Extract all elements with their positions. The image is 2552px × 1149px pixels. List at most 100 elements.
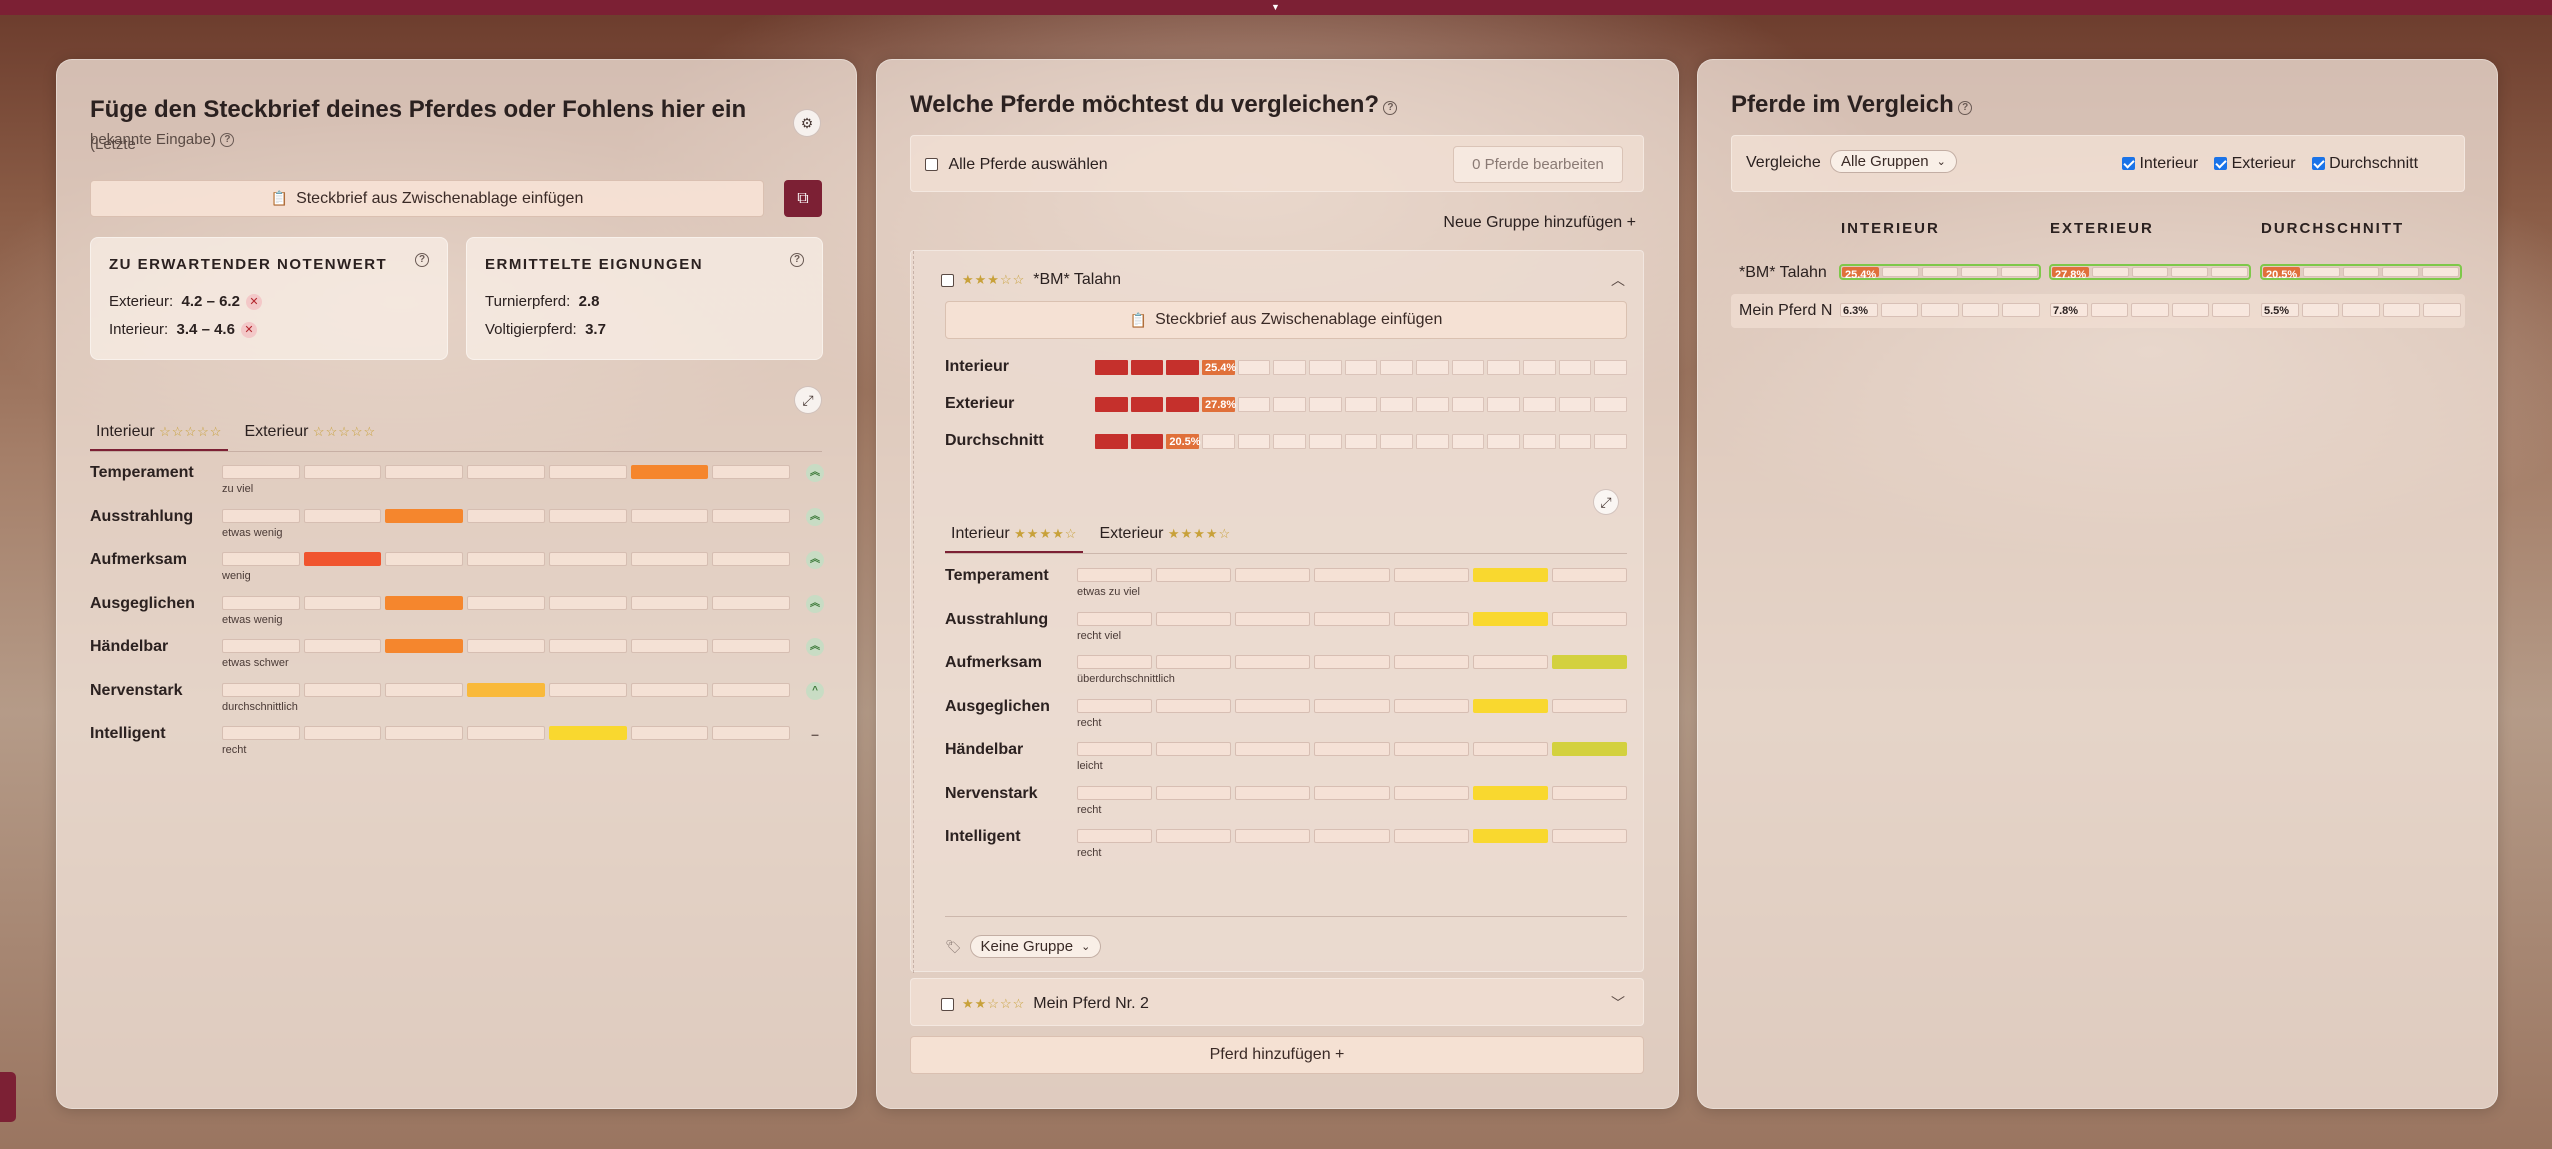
- summary-segment: [1523, 434, 1556, 449]
- trait-segment: [303, 465, 382, 479]
- expand-icon[interactable]: ⤢: [794, 386, 822, 414]
- summary-label: Durchschnitt: [945, 432, 1044, 449]
- expand-icon[interactable]: ⤢: [1593, 489, 1619, 515]
- add-horse-button[interactable]: Pferd hinzufügen +: [910, 1036, 1644, 1074]
- comparison-bar: 20.5%: [2260, 264, 2462, 281]
- summary-segment: [1130, 360, 1164, 375]
- trait-segment: [1472, 829, 1548, 843]
- trait-segment: [303, 508, 382, 523]
- summary-segment: [1380, 397, 1414, 412]
- edit-horses-button[interactable]: 0 Pferde bearbeiten: [1453, 146, 1623, 183]
- horse-checkbox[interactable]: [941, 273, 954, 287]
- trait-description: recht viel: [1077, 629, 1122, 642]
- group-filter-select[interactable]: Alle Gruppen ⌄: [1830, 150, 1957, 173]
- trait-segment: [1472, 655, 1548, 669]
- horse-card-talahn: ★★★☆☆ *BM* Talahn ︿ 📋 Steckbrief aus Zwi…: [910, 250, 1644, 973]
- gear-icon[interactable]: ⚙: [793, 109, 821, 137]
- comparison-horse-name: Mein Pferd N: [1739, 302, 1833, 319]
- group-select[interactable]: Keine Gruppe ⌄: [969, 935, 1102, 958]
- trait-label: Aufmerksam: [945, 654, 1042, 671]
- trait-segment: [1077, 785, 1153, 800]
- chevron-down-icon[interactable]: ▼: [1271, 2, 1280, 12]
- comparison-segment: 25.4%: [1842, 267, 1879, 281]
- trait-segment: [1077, 611, 1153, 626]
- add-group-link[interactable]: Neue Gruppe hinzufügen +: [1443, 214, 1636, 232]
- chevron-down-icon[interactable]: ﹀: [1611, 993, 1625, 1013]
- trait-label: Aufmerksam: [90, 551, 187, 568]
- paste-profile-button-horse[interactable]: 📋 Steckbrief aus Zwischenablage einfügen: [945, 301, 1627, 339]
- trait-segment: [222, 595, 300, 610]
- trait-bar: [1077, 742, 1627, 756]
- select-all-checkbox[interactable]: [925, 158, 938, 172]
- summary-segment: [1237, 434, 1271, 449]
- summary-segment: [1523, 397, 1556, 412]
- tab-interieur[interactable]: Interieur ★★★★☆: [945, 519, 1084, 553]
- trait-segment: [1393, 698, 1469, 713]
- horse-header-talahn[interactable]: ★★★☆☆ *BM* Talahn: [941, 271, 1121, 289]
- trait-row: Nervenstark durchschnittlich ^: [90, 681, 830, 722]
- trait-label: Ausstrahlung: [90, 507, 194, 525]
- question-circle-icon[interactable]: ?: [1383, 100, 1398, 115]
- side-tab[interactable]: [0, 1072, 16, 1122]
- close-icon[interactable]: ✕: [240, 322, 257, 339]
- comparison-segment: [2302, 267, 2340, 277]
- question-circle-icon[interactable]: ?: [415, 253, 429, 267]
- trait-segment: [1472, 742, 1548, 756]
- comparison-segment: [2131, 267, 2169, 277]
- trait-segment: [467, 595, 545, 610]
- comparison-row[interactable]: Mein Pferd N 6.3% 7.8% 5.5%: [1731, 294, 2465, 328]
- horse-header-2[interactable]: ★★☆☆☆ Mein Pferd Nr. 2: [941, 995, 1149, 1013]
- trait-segment: [385, 465, 464, 479]
- trait-description: wenig: [222, 570, 251, 582]
- trait-segment: [385, 552, 464, 566]
- trait-bar: [222, 552, 791, 566]
- comparison-checks: Interieur Exterieur Durchschnitt: [2122, 155, 2418, 173]
- summary-segment: [1273, 397, 1307, 412]
- trait-segment: [303, 552, 382, 566]
- question-circle-icon[interactable]: ?: [220, 132, 235, 147]
- trait-trend-icon: ︽: [806, 464, 824, 482]
- paste-profile-button[interactable]: 📋 Steckbrief aus Zwischenablage einfügen: [90, 180, 764, 217]
- trait-segment: [1314, 611, 1390, 626]
- chevron-up-icon[interactable]: ︿: [1611, 270, 1625, 290]
- tab-exterieur[interactable]: Exterieur ☆☆☆☆☆: [238, 417, 382, 451]
- horse-checkbox[interactable]: [941, 997, 954, 1011]
- check-durchschnitt[interactable]: Durchschnitt: [2311, 155, 2418, 173]
- comparison-segment: 27.8%: [2052, 267, 2089, 281]
- trait-segment: [467, 682, 545, 697]
- copy-icon: ⧉: [797, 189, 809, 207]
- comparison-horse-name: *BM* Talahn: [1739, 264, 1827, 281]
- trait-segment: [630, 465, 709, 479]
- expected-grade-card: ZU ERWARTENDER NOTENWERT ? Exterieur: 4.…: [90, 237, 448, 360]
- comparison-segment: [1961, 303, 2000, 317]
- trait-description: durchschnittlich: [222, 700, 298, 713]
- trait-label: Temperament: [945, 567, 1049, 584]
- trait-tabs: Interieur ☆☆☆☆☆ Exterieur ☆☆☆☆☆: [90, 417, 822, 452]
- question-circle-icon[interactable]: ?: [1958, 100, 1973, 115]
- trait-segment: [1472, 698, 1548, 713]
- trait-segment: [467, 465, 545, 479]
- summary-segment: [1416, 434, 1449, 449]
- tab-interieur[interactable]: Interieur ☆☆☆☆☆: [90, 417, 229, 451]
- horse-stars: ★★★☆☆: [962, 272, 1026, 287]
- comparison-bar: 5.5%: [2260, 302, 2462, 318]
- copy-button[interactable]: ⧉: [784, 180, 822, 217]
- trait-segment: [1156, 655, 1232, 669]
- trait-description: recht: [1077, 847, 1102, 859]
- close-icon[interactable]: ✕: [245, 294, 262, 311]
- summary-segment: [1237, 360, 1271, 375]
- check-exterieur[interactable]: Exterieur: [2214, 155, 2296, 173]
- trait-segment: [1077, 829, 1153, 843]
- comparison-row[interactable]: *BM* Talahn 25.4% 27.8% 20.5%: [1731, 256, 2465, 290]
- trait-segment: [303, 726, 382, 740]
- summary-segment: [1416, 360, 1449, 375]
- trait-bar: [1077, 829, 1627, 843]
- trait-bar: [1077, 568, 1627, 582]
- comparison-title: Pferde im Vergleich ?: [1731, 91, 1973, 119]
- input-panel-title: Füge den Steckbrief deines Pferdes oder …: [90, 94, 746, 161]
- select-all[interactable]: Alle Pferde auswählen: [925, 156, 1108, 174]
- title-line2: bekannte Eingabe) ?: [90, 130, 235, 150]
- tab-exterieur[interactable]: Exterieur ★★★★☆: [1093, 519, 1237, 553]
- check-interieur[interactable]: Interieur: [2122, 155, 2198, 173]
- question-circle-icon[interactable]: ?: [790, 253, 804, 267]
